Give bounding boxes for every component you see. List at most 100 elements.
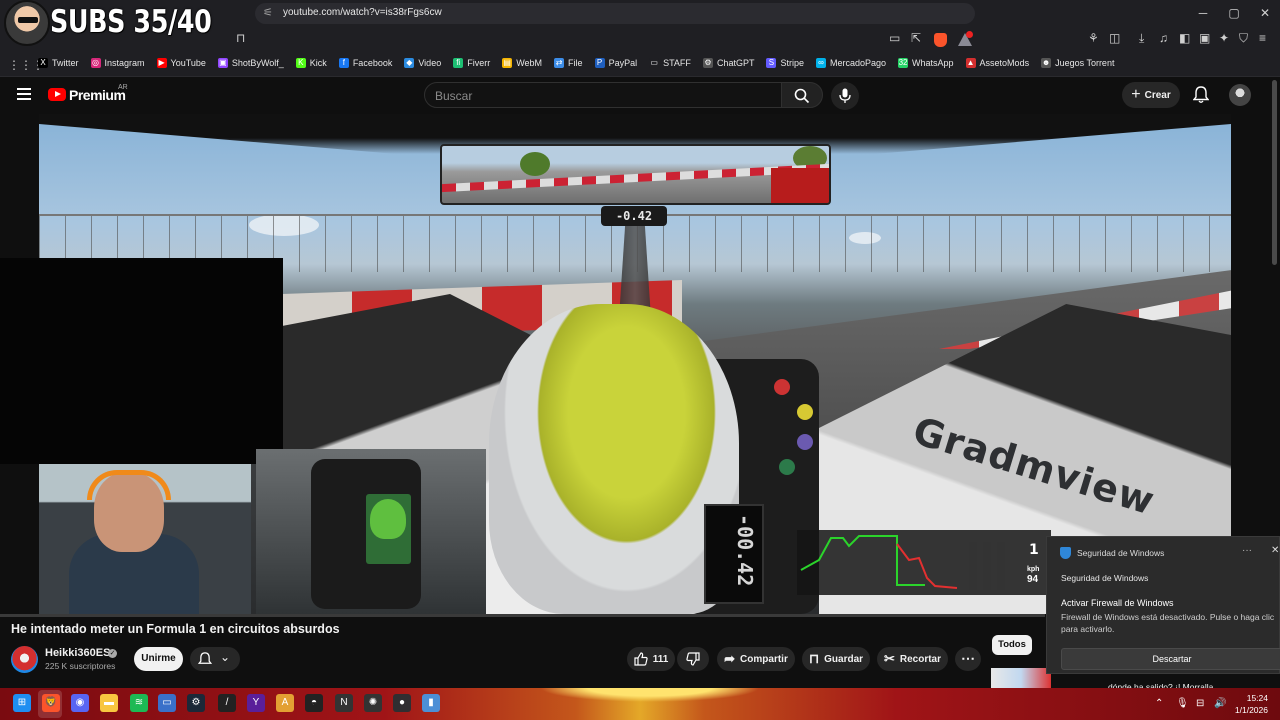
overlay-black-panel [0, 258, 283, 464]
wallet-icon[interactable]: ▣ [1199, 31, 1210, 45]
wheel-button [797, 434, 813, 450]
discord-icon[interactable]: ◉ [71, 694, 89, 712]
downloads-icon[interactable]: ⤓ [1139, 31, 1144, 46]
bookmark-shotbywolf[interactable]: ▣ ShotByWolf_ [217, 58, 284, 68]
video-progress-bar[interactable] [0, 614, 1045, 617]
bookmark-fiverr[interactable]: fi Fiverr [453, 58, 490, 68]
windows-start-icon[interactable]: ⊞ [13, 694, 31, 712]
leo-ai-icon[interactable]: ✦ [1219, 31, 1229, 45]
voice-search-button[interactable] [831, 82, 859, 110]
obs-icon[interactable]: ● [393, 694, 411, 712]
bookmark-mercadopago[interactable]: ∞ MercadoPago [815, 58, 886, 68]
vpn-shield-icon[interactable]: ⛉ [1239, 31, 1248, 46]
trash-app-icon[interactable]: ▮ [422, 694, 440, 712]
ae-app-icon[interactable]: A [276, 694, 294, 712]
spotify-icon[interactable]: ≋ [130, 694, 148, 712]
dismiss-button[interactable]: Descartar [1061, 648, 1280, 670]
bookmark-label: Video [418, 58, 442, 68]
toast-close-icon[interactable]: ✕ [1271, 545, 1279, 556]
share-button[interactable]: ➦ Compartir [717, 647, 795, 671]
recommended-video-thumbnail[interactable] [991, 668, 1051, 688]
bookmark-juegos-torrent[interactable]: ☻ Juegos Torrent [1041, 58, 1114, 68]
hamburger-menu-icon[interactable] [17, 88, 31, 100]
bookmark-facebook[interactable]: f Facebook [338, 58, 392, 68]
bookmark-whatsapp[interactable]: 32 WhatsApp [898, 58, 954, 68]
filter-chip-all[interactable]: Todos [992, 635, 1032, 655]
media-controls-icon[interactable]: ♫ [1159, 31, 1168, 45]
clip-label: Recortar [899, 653, 942, 665]
minimize-window-button[interactable]: ─ [1188, 6, 1218, 20]
close-window-button[interactable]: ✕ [1250, 6, 1280, 20]
toast-more-icon[interactable]: ··· [1242, 545, 1252, 556]
brave-icon[interactable]: 🦁 [42, 694, 60, 712]
bookmark-paypal[interactable]: P PayPal [594, 58, 637, 68]
more-actions-button[interactable]: ⋯ [955, 647, 981, 671]
bookmark-instagram[interactable]: ◎ Instagram [90, 58, 145, 68]
channel-name[interactable]: Heikki360ES [45, 647, 110, 659]
taskbar-clock-date[interactable]: 1/1/2026 [1230, 705, 1268, 715]
messaging-icon[interactable]: ▭ [158, 694, 176, 712]
browser-menu-icon[interactable]: ≡ [1259, 31, 1266, 45]
bookmark-video[interactable]: ◆ Video [404, 58, 441, 68]
search-input[interactable]: Buscar [424, 82, 782, 108]
n-app-icon[interactable]: N [335, 694, 353, 712]
page-scrollbar[interactable] [1272, 80, 1277, 265]
screenshot-icon[interactable]: ◫ [1109, 31, 1120, 45]
save-button[interactable]: ⊓ Guardar [802, 647, 870, 671]
create-button[interactable]: + Crear [1122, 82, 1180, 108]
bookmark-youtube[interactable]: ▶ YouTube [156, 58, 206, 68]
bookmark-kick[interactable]: K Kick [295, 58, 327, 68]
facebook-icon: f [338, 58, 349, 68]
mirror-tree [520, 152, 550, 176]
webcam-wheel [256, 449, 486, 614]
bookmark-label: STAFF [663, 58, 691, 68]
cast-icon[interactable]: ▭ [889, 31, 900, 45]
like-button[interactable]: 111 [627, 647, 675, 671]
streamer-overlay-avatar [4, 0, 50, 46]
youtube-premium-wordmark[interactable]: Premium [69, 87, 126, 103]
bookmark-chatgpt[interactable]: ⚙ ChatGPT [702, 58, 754, 68]
chatgpt-app-icon[interactable]: ✺ [364, 694, 382, 712]
steam-icon[interactable]: ⚙ [187, 694, 205, 712]
network-icon[interactable]: ⊟ [1196, 698, 1204, 709]
bell-icon [198, 652, 212, 664]
subscription-notifications-button[interactable]: ⌄ [190, 647, 240, 671]
sidebar-toggle-icon[interactable]: ◧ [1179, 31, 1190, 45]
taskbar-clock-time[interactable]: 15:24 [1236, 693, 1268, 703]
rear-view-mirror [440, 144, 831, 205]
extensions-icon[interactable]: ⚘ [1088, 31, 1099, 45]
x-icon: X [38, 58, 48, 68]
tray-overflow-icon[interactable]: ⌃ [1155, 698, 1163, 709]
windows-security-notification[interactable]: Seguridad de Windows ··· ✕ Seguridad de … [1046, 536, 1280, 674]
file-icon: ⇄ [554, 58, 565, 68]
bookmark-staff[interactable]: ▭ STAFF [649, 58, 691, 68]
site-info-icon[interactable]: ⚟ [263, 6, 273, 19]
youtube-logo-icon[interactable] [48, 88, 66, 101]
bookmark-file[interactable]: ⇄ File [554, 58, 583, 68]
join-button[interactable]: Unirme [134, 647, 183, 671]
brave-shields-icon[interactable] [934, 33, 947, 47]
clip-button[interactable]: ✂ Recortar [877, 647, 948, 671]
mask-app-icon[interactable]: ◓ [305, 694, 323, 712]
telemetry-overlay [797, 530, 1051, 595]
slash-app-icon[interactable]: / [218, 694, 236, 712]
bookmark-twitter[interactable]: X Twitter [38, 58, 79, 68]
address-bar[interactable]: ⚟ youtube.com/watch?v=is38rFgs6cw [255, 3, 975, 24]
microphone-tray-icon[interactable]: 🎙 [1176, 698, 1189, 709]
bookmark-stripe[interactable]: S Stripe [766, 58, 804, 68]
dislike-button[interactable] [677, 647, 709, 671]
channel-avatar[interactable] [11, 646, 38, 673]
share-page-icon[interactable]: ⇱ [911, 31, 921, 45]
bookmark-assetomods[interactable]: ▲ AssetoMods [965, 58, 1030, 68]
bookmark-webm[interactable]: ▤ WebM [502, 58, 542, 68]
volume-icon[interactable]: 🔊 [1214, 698, 1226, 709]
notifications-bell-icon[interactable] [1193, 86, 1209, 104]
account-avatar[interactable] [1229, 84, 1251, 106]
youtube-header: Premium AR Buscar + Crear [0, 77, 1280, 114]
y-app-icon[interactable]: Y [247, 694, 265, 712]
bookmark-page-icon[interactable]: ⊓ [236, 31, 245, 45]
maximize-window-button[interactable]: ▢ [1219, 6, 1249, 20]
bookmark-label: AssetoMods [979, 58, 1030, 68]
file-explorer-icon[interactable]: ▬ [100, 694, 118, 712]
search-button[interactable] [781, 82, 823, 108]
